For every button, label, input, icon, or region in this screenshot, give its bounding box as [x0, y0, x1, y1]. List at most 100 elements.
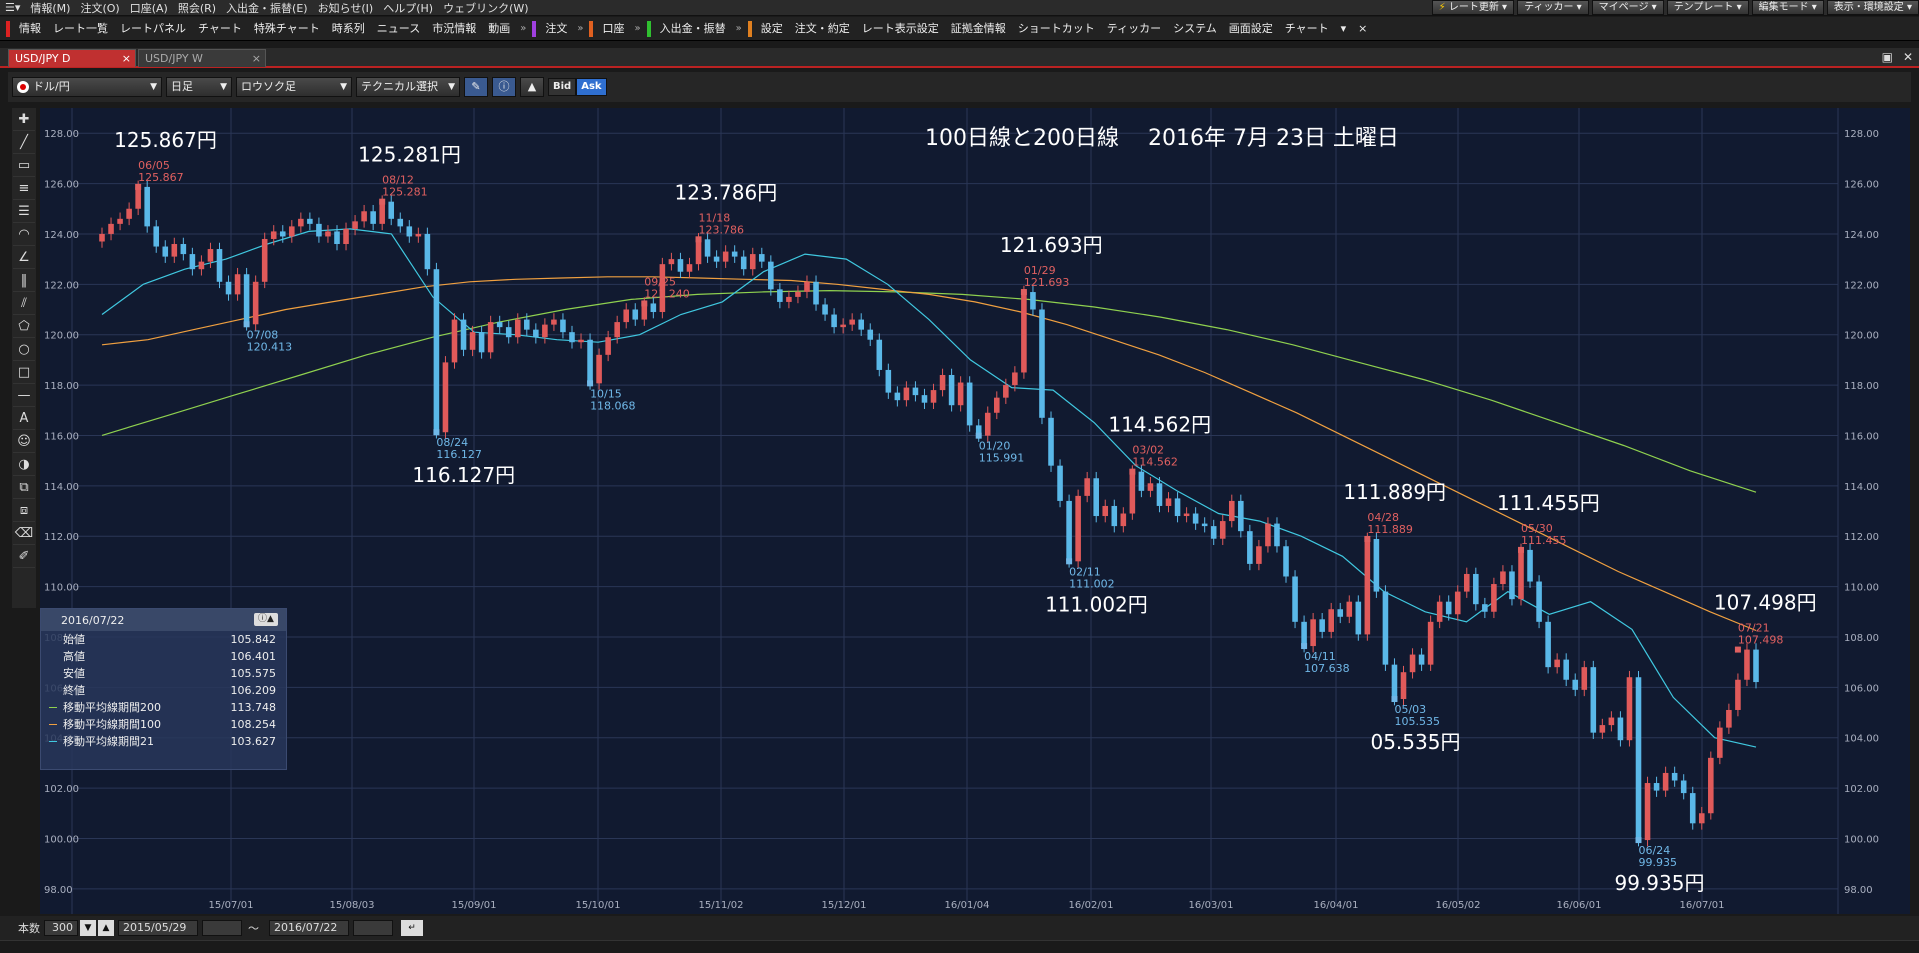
toolbar-rate-list[interactable]: レート一覧: [47, 19, 114, 39]
chart-style-select[interactable]: ロウソク足 ▼: [236, 77, 352, 97]
overflow-chevron-icon[interactable]: »: [520, 23, 526, 34]
vertical-lines-icon[interactable]: ‖: [13, 270, 35, 292]
overflow-chevron-icon[interactable]: »: [634, 23, 640, 34]
toolbar-timeseries[interactable]: 時系列: [326, 19, 371, 39]
toolbar-market-info[interactable]: 市況情報: [426, 19, 482, 39]
mypage-button[interactable]: マイページ ▾: [1591, 0, 1664, 15]
close-icon[interactable]: ×: [252, 50, 261, 67]
maximize-icon[interactable]: ▣: [1882, 50, 1893, 64]
toolbar-chart-settings[interactable]: チャート: [1279, 19, 1335, 39]
from-date-field[interactable]: 2015/05/29: [118, 920, 198, 936]
toolbar-account[interactable]: 口座: [596, 19, 630, 39]
template-button[interactable]: テンプレート ▾: [1666, 0, 1749, 15]
fan-icon[interactable]: ∠: [13, 247, 35, 269]
toolbar-rate-panel[interactable]: レートパネル: [114, 19, 192, 39]
mountain-chart-icon[interactable]: ▲: [520, 77, 544, 97]
toolbar-rate-display[interactable]: レート表示設定: [856, 19, 945, 39]
crosshair-icon[interactable]: ✚: [13, 109, 35, 131]
info-row-label: 安値: [49, 665, 85, 682]
candle-body: [1382, 591, 1389, 665]
toolbar-dropdown-icon[interactable]: ▾: [1335, 19, 1353, 39]
ma-swatch: [49, 639, 57, 640]
ask-button[interactable]: Ask: [576, 78, 607, 96]
candle-body: [1274, 523, 1280, 547]
toolbar-system[interactable]: システム: [1167, 19, 1223, 39]
chart-title: 100日線と200日線 2016年 7月 23日 土曜日: [925, 126, 1399, 151]
candle-body: [1111, 505, 1118, 527]
copy-icon[interactable]: ⧉: [13, 477, 35, 499]
toolbar-screen-settings[interactable]: 画面設定: [1223, 19, 1279, 39]
candle-body: [1753, 649, 1759, 683]
layers-icon[interactable]: ⧈: [13, 500, 35, 522]
bid-ask-toggle[interactable]: Bid Ask: [548, 78, 607, 96]
return-icon[interactable]: ↵: [401, 920, 423, 936]
app-menu-icon[interactable]: ☰▾: [0, 1, 25, 14]
candle-body: [1545, 621, 1551, 668]
info-icon[interactable]: ⓘ: [492, 77, 516, 97]
menu-deposit[interactable]: 入出金・振替(E): [221, 0, 313, 16]
toolbar-special-chart[interactable]: 特殊チャート: [248, 19, 326, 39]
line-icon[interactable]: —: [13, 385, 35, 407]
edit-mode-button[interactable]: 編集モード ▾: [1751, 0, 1824, 15]
pencil-icon[interactable]: ✎: [464, 77, 488, 97]
count-field[interactable]: 300: [44, 920, 78, 936]
ticker-button[interactable]: ティッカー ▾: [1517, 0, 1589, 15]
rectangle-icon[interactable]: □: [13, 362, 35, 384]
toolbar-margin-info[interactable]: 証拠金情報: [945, 19, 1012, 39]
close-window-icon[interactable]: ✕: [1903, 50, 1913, 64]
menu-info[interactable]: 情報(M): [25, 0, 75, 16]
count-up-icon[interactable]: ▲: [98, 920, 114, 936]
toolbar-chart[interactable]: チャート: [192, 19, 248, 39]
fibonacci-icon[interactable]: ☰: [13, 201, 35, 223]
display-settings-button[interactable]: 表示・環境設定 ▾: [1826, 0, 1919, 15]
emoji-icon[interactable]: ☺: [13, 431, 35, 453]
toolbar-order[interactable]: 注文: [539, 19, 573, 39]
rate-update-button[interactable]: ⚡ レート更新 ▾: [1431, 0, 1515, 15]
arc-icon[interactable]: ◠: [13, 224, 35, 246]
y-tick-label-left: 100.00: [44, 834, 79, 845]
horizontal-lines-icon[interactable]: ≡: [13, 178, 35, 200]
toolbar-close-icon[interactable]: ×: [1352, 19, 1373, 39]
y-tick-label-left: 124.00: [44, 230, 79, 241]
menu-order[interactable]: 注文(O): [75, 0, 124, 16]
technical-select[interactable]: テクニカル選択 ▼: [356, 77, 460, 97]
toolbar-order-exec[interactable]: 注文・約定: [789, 19, 856, 39]
count-down-icon[interactable]: ▼: [80, 920, 96, 936]
menu-notice[interactable]: お知らせ(I): [313, 0, 379, 16]
settings-tool-icon[interactable]: ✐: [13, 546, 35, 568]
toolbar-news[interactable]: ニュース: [371, 19, 426, 39]
menu-account[interactable]: 口座(A): [125, 0, 173, 16]
to-date-field[interactable]: 2016/07/22: [269, 920, 349, 936]
candle-body: [551, 319, 557, 325]
menu-help[interactable]: ヘルプ(H): [378, 0, 438, 16]
circle-icon[interactable]: ○: [13, 339, 35, 361]
info-toggle-icon[interactable]: ⓘ▲: [254, 613, 278, 626]
extreme-marker: [135, 183, 142, 190]
menu-inquiry[interactable]: 照会(R): [173, 0, 221, 16]
tab-usdjpy-weekly[interactable]: USD/JPY W ×: [138, 49, 266, 67]
toolbar-shortcut[interactable]: ショートカット: [1012, 19, 1101, 39]
overflow-chevron-icon[interactable]: »: [577, 23, 583, 34]
pair-select[interactable]: ドル/円 ▼: [12, 77, 162, 97]
overflow-chevron-icon[interactable]: »: [736, 23, 742, 34]
from-time-field[interactable]: [202, 920, 242, 936]
text-icon[interactable]: A: [13, 408, 35, 430]
bid-button[interactable]: Bid: [548, 78, 577, 96]
channel-icon[interactable]: ⫽: [13, 293, 35, 315]
pentagon-icon[interactable]: ⬠: [13, 316, 35, 338]
toolbar-deposit[interactable]: 入出金・振替: [654, 19, 732, 39]
ruler-icon[interactable]: ▭: [13, 155, 35, 177]
eraser-icon[interactable]: ⌫: [13, 523, 35, 545]
toolbar-video[interactable]: 動画: [482, 19, 516, 39]
tab-usdjpy-daily[interactable]: USD/JPY D ×: [8, 49, 136, 67]
toolbar-settings[interactable]: 設定: [755, 19, 789, 39]
timeframe-select[interactable]: 日足 ▼: [166, 77, 232, 97]
close-icon[interactable]: ×: [122, 50, 131, 67]
info-group-label[interactable]: 情報: [13, 19, 47, 39]
trendline-icon[interactable]: ╱: [13, 132, 35, 154]
price-chart[interactable]: 98.00 100.00 102.00 104.00 106.00 108.00 110.0…: [40, 108, 1910, 914]
menu-weblink[interactable]: ウェブリンク(W): [438, 0, 533, 16]
paint-icon[interactable]: ◑: [13, 454, 35, 476]
to-time-field[interactable]: [353, 920, 393, 936]
toolbar-ticker[interactable]: ティッカー: [1101, 19, 1167, 39]
